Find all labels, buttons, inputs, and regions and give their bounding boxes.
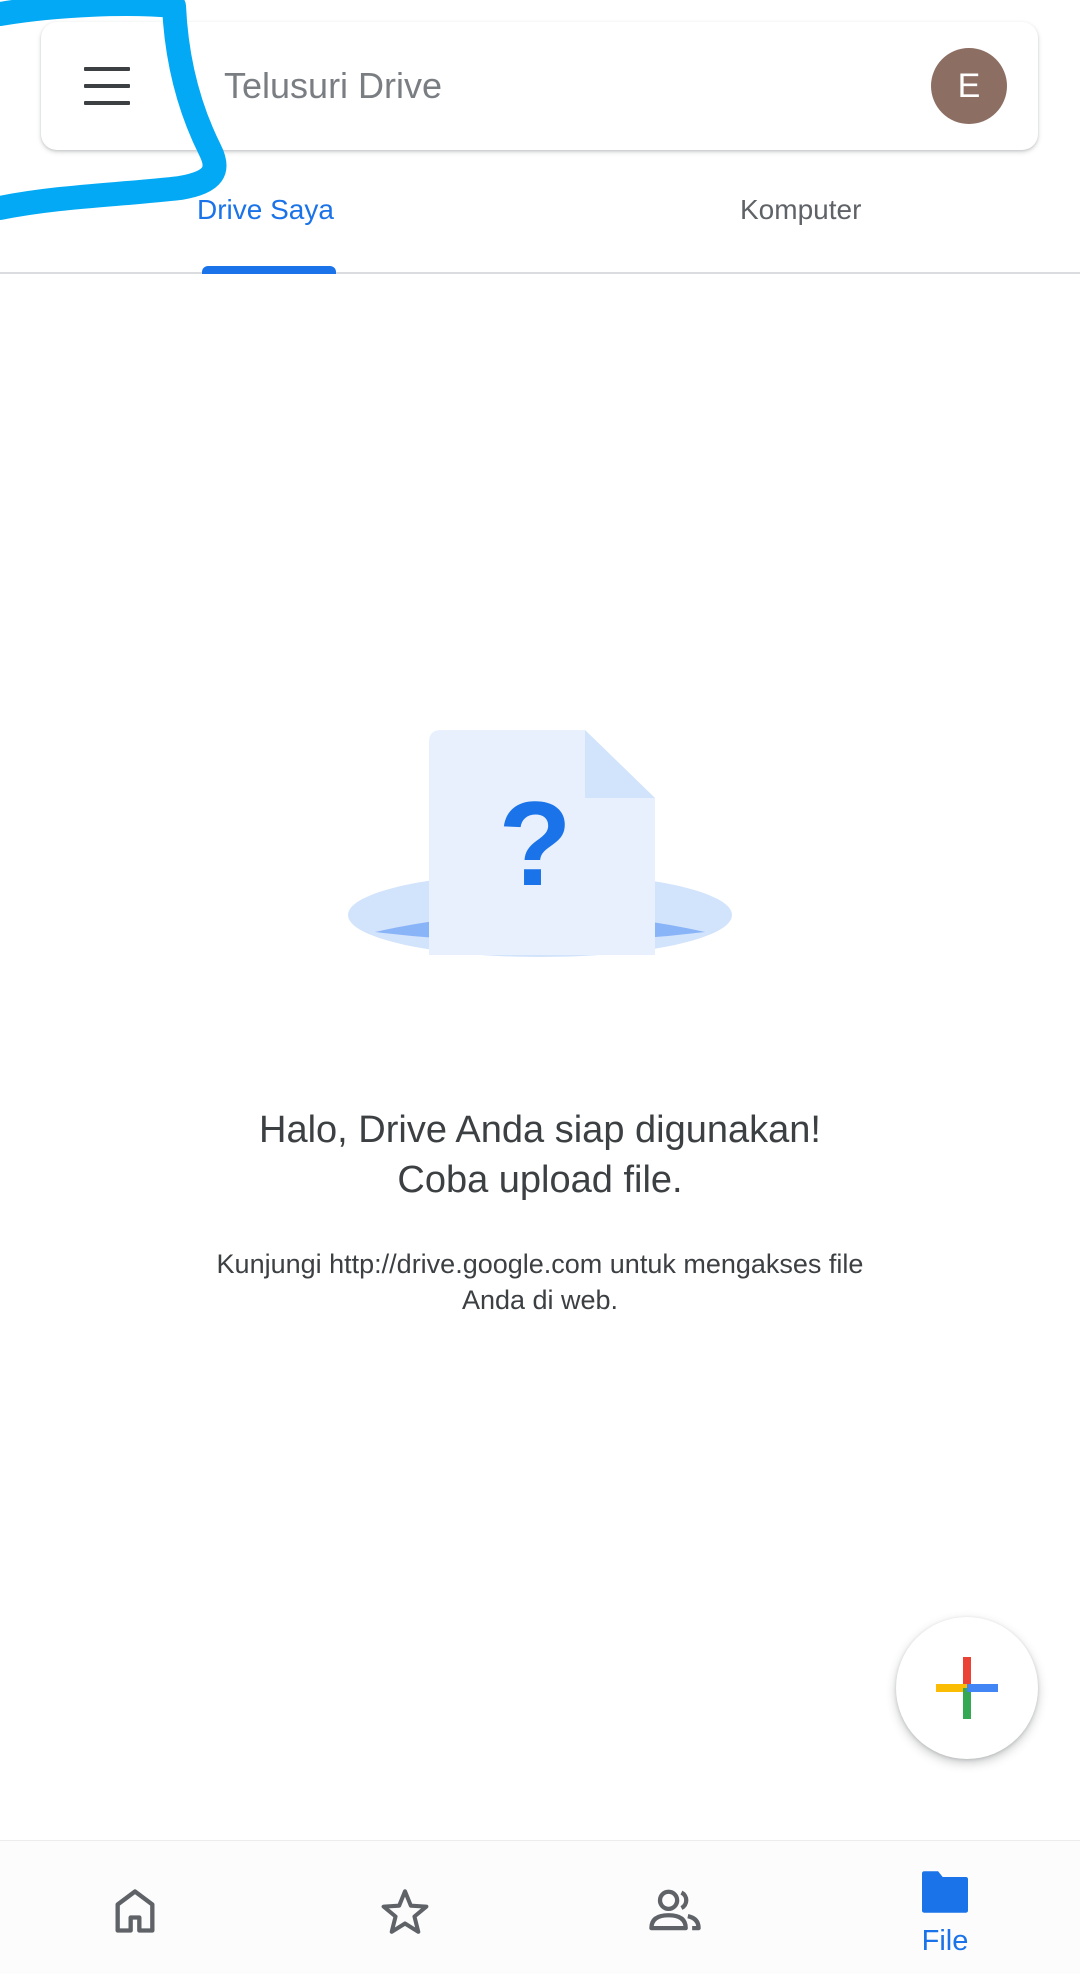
empty-state-title-line1: Halo, Drive Anda siap digunakan! xyxy=(259,1109,821,1151)
bottom-navigation: File xyxy=(0,1840,1080,1974)
tab-bar: Drive Saya Komputer xyxy=(0,170,1080,274)
new-button[interactable] xyxy=(896,1617,1038,1759)
tab-drive-saya[interactable]: Drive Saya xyxy=(197,192,334,228)
menu-icon-line xyxy=(84,67,130,71)
home-icon xyxy=(115,1889,155,1933)
search-bar[interactable]: Telusuri Drive E xyxy=(41,22,1038,150)
svg-text:?: ? xyxy=(498,777,571,911)
nav-files-label: File xyxy=(921,1925,969,1957)
nav-starred[interactable] xyxy=(270,1841,540,1974)
empty-state-title: Halo, Drive Anda siap digunakan! Coba up… xyxy=(0,1105,1080,1205)
search-input[interactable]: Telusuri Drive xyxy=(224,63,442,109)
shared-icon xyxy=(649,1889,701,1931)
nav-home[interactable] xyxy=(0,1841,270,1974)
plus-icon xyxy=(936,1657,998,1719)
menu-button[interactable] xyxy=(81,62,133,110)
menu-icon-line xyxy=(84,84,130,88)
nav-files[interactable]: File xyxy=(810,1841,1080,1974)
empty-state-subtitle: Kunjungi http://drive.google.com untuk m… xyxy=(0,1246,1080,1318)
empty-state-subtitle-line1: Kunjungi http://drive.google.com untuk m… xyxy=(216,1249,864,1279)
avatar-letter: E xyxy=(957,66,981,105)
empty-state-subtitle-line2: Anda di web. xyxy=(461,1285,619,1315)
menu-icon-line xyxy=(84,101,130,105)
active-tab-indicator xyxy=(202,266,336,274)
star-icon xyxy=(381,1889,429,1934)
empty-state-title-line2: Coba upload file. xyxy=(397,1159,683,1201)
question-document-icon: ? xyxy=(348,730,732,957)
nav-shared[interactable] xyxy=(540,1841,810,1974)
tab-komputer[interactable]: Komputer xyxy=(740,192,861,228)
folder-icon xyxy=(922,1871,968,1913)
avatar[interactable]: E xyxy=(931,48,1007,124)
